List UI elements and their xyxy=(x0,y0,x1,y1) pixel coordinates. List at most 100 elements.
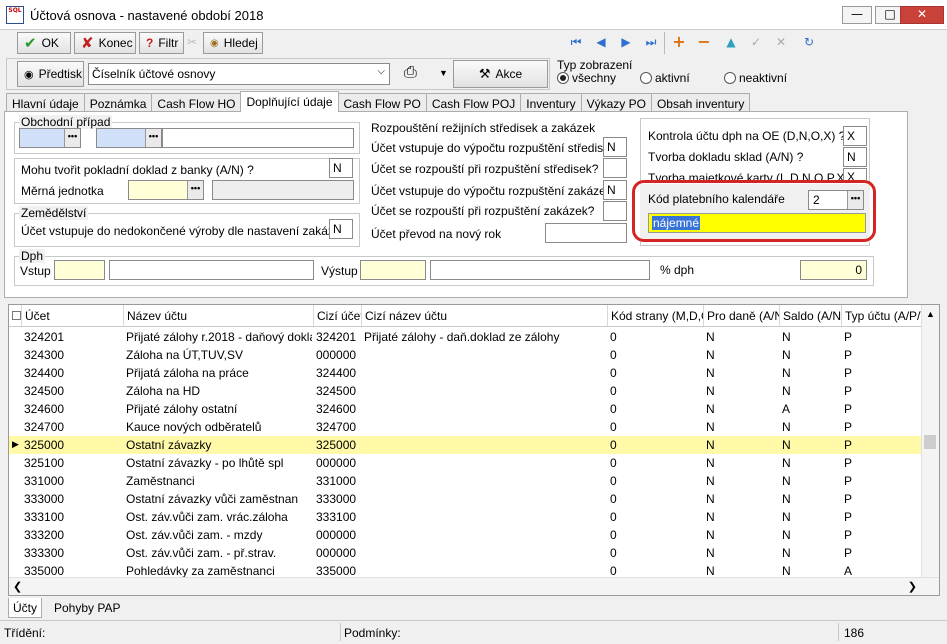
row-nazev: Ostatní závazky - po lhůtě spl xyxy=(126,456,284,470)
tab-obsah-inventury[interactable]: Obsah inventury xyxy=(650,93,751,112)
radio-icon xyxy=(640,72,652,84)
scroll-thumb[interactable] xyxy=(924,435,936,449)
tab-hlavni-udaje[interactable]: Hlavní údaje xyxy=(6,93,85,112)
vystup-code-field[interactable] xyxy=(360,260,426,280)
post-record-icon[interactable]: ✓ xyxy=(745,32,767,54)
row-saldo: N xyxy=(782,438,791,452)
table-row[interactable]: 324201 Přijaté zálohy r.2018 - daňový dok… xyxy=(9,328,921,346)
tab-cash-flow-poj[interactable]: Cash Flow POJ xyxy=(425,93,522,112)
table-row[interactable]: 325100 Ostatní závazky - po lhůtě spl 0000… xyxy=(9,454,921,472)
vstup-code-field[interactable] xyxy=(54,260,105,280)
table-row[interactable]: 333300 Ost. záv.vůči zam. - př.strav. 0000… xyxy=(9,544,921,562)
lookup-icon[interactable]: ••• xyxy=(64,129,80,147)
col-saldo[interactable]: Saldo (A/N) xyxy=(779,305,841,326)
konec-button[interactable]: ✘ Konec xyxy=(74,32,136,54)
row-nazev: Záloha na HD xyxy=(126,384,201,398)
printer-icon[interactable]: ⎙ xyxy=(404,64,417,82)
scroll-up-icon[interactable]: ▲ xyxy=(922,305,939,319)
add-record-icon[interactable]: + xyxy=(668,32,690,54)
row-cizi-ucet: 324400 xyxy=(316,366,357,380)
vystup-name-field[interactable] xyxy=(430,260,650,280)
col-typ-uctu[interactable]: Typ účtu (A/P/V xyxy=(841,305,921,326)
tvorba-karty-field[interactable]: X xyxy=(843,168,867,180)
previous-record-icon[interactable]: ◀ xyxy=(590,32,612,54)
row-typ: P xyxy=(844,492,853,506)
refresh-icon[interactable]: ↻ xyxy=(798,32,820,54)
ok-button[interactable]: ✔ OK xyxy=(17,32,71,54)
tab-poznamka[interactable]: Poznámka xyxy=(83,93,153,112)
prevod-field[interactable] xyxy=(545,223,627,243)
table-row[interactable]: ▶ 325000 Ostatní závazky 325000 0 N N P xyxy=(9,436,921,454)
first-record-icon[interactable]: ⏮ xyxy=(565,32,587,54)
tab-doplnujici-udaje[interactable]: Doplňující údaje xyxy=(240,91,339,112)
close-icon[interactable]: ✕ xyxy=(900,6,944,24)
prevod-label: Účet převod na nový rok xyxy=(371,227,502,241)
pokladni-doklad-field[interactable]: N xyxy=(329,158,353,178)
table-row[interactable]: 331000 Zaměstnanci 331000 0 N N P xyxy=(9,472,921,490)
table-row[interactable]: 324400 Přijatá záloha na práce 324400 0 N N P xyxy=(9,364,921,382)
report-select[interactable]: Číselník účtové osnovy ⌵ xyxy=(88,63,390,85)
edit-record-icon[interactable]: ▲ xyxy=(720,32,742,54)
tab-cash-flow-po[interactable]: Cash Flow PO xyxy=(337,93,427,112)
table-row[interactable]: 324700 Kauce nových odběratelů 324700 0 N N P xyxy=(9,418,921,436)
col-ucet[interactable]: Účet xyxy=(21,305,123,326)
tab-vykazy-po[interactable]: Výkazy PO xyxy=(580,93,652,112)
rozpousti-strediska-field[interactable] xyxy=(603,158,627,178)
row-cizi-ucet: 324201 xyxy=(316,330,357,344)
scroll-right-icon[interactable]: ❯ xyxy=(908,580,917,593)
horizontal-scrollbar[interactable]: ❮ ❯ xyxy=(9,577,939,595)
lookup-icon[interactable]: ••• xyxy=(145,129,161,147)
radio-icon xyxy=(557,72,569,84)
cancel-record-icon[interactable]: ✕ xyxy=(770,32,792,54)
lookup-icon[interactable]: ••• xyxy=(187,181,203,199)
dropdown-arrow-icon[interactable]: ▼ xyxy=(439,68,448,78)
radio-vsechny[interactable]: všechny xyxy=(557,71,616,85)
predtisk-button[interactable]: ◉ Předtisk xyxy=(17,61,84,87)
filtr-button[interactable]: ? Filtr xyxy=(139,32,184,54)
tvorba-skladu-field[interactable]: N xyxy=(843,147,867,167)
col-cizi-nazev[interactable]: Cizí název účtu xyxy=(361,305,607,326)
last-record-icon[interactable]: ⏭ xyxy=(640,32,662,54)
delete-record-icon[interactable]: − xyxy=(693,32,715,54)
procento-dph-field[interactable]: 0 xyxy=(800,260,867,280)
row-kod-strany: 0 xyxy=(610,348,617,362)
tab-ucty[interactable]: Účty xyxy=(8,598,42,618)
tab-inventury[interactable]: Inventury xyxy=(520,93,582,112)
obchodni-pripad-legend: Obchodní případ xyxy=(19,115,113,129)
tab-cash-flow-ho[interactable]: Cash Flow HO xyxy=(151,93,242,112)
radio-neaktivni[interactable]: neaktivní xyxy=(724,71,787,85)
merna-jednotka-field[interactable]: ••• xyxy=(128,180,204,200)
minimize-icon[interactable]: — xyxy=(842,6,872,24)
next-record-icon[interactable]: ▶ xyxy=(615,32,637,54)
vertical-scrollbar[interactable]: ▲ xyxy=(921,305,939,577)
rozpousti-zakazky-field[interactable] xyxy=(603,201,627,221)
hledej-button[interactable]: ◉ Hledej xyxy=(203,32,263,54)
kontrola-dph-field[interactable]: X xyxy=(843,126,867,146)
nedokoncena-field[interactable]: N xyxy=(329,219,353,239)
col-cizi-ucet[interactable]: Cizí účet xyxy=(313,305,361,326)
table-row[interactable]: 324600 Přijaté zálohy ostatní 324600 0 N A P xyxy=(9,400,921,418)
radio-aktivni[interactable]: aktivní xyxy=(640,71,690,85)
col-nazev-uctu[interactable]: Název účtu xyxy=(123,305,313,326)
vstupuje-zakazky-field[interactable]: N xyxy=(603,180,627,200)
akce-button[interactable]: ⚒ Akce xyxy=(453,60,548,88)
col-pro-dane[interactable]: Pro daně (A/N) xyxy=(703,305,779,326)
vstup-name-field[interactable] xyxy=(109,260,314,280)
row-kod-strany: 0 xyxy=(610,366,617,380)
obchodni-pripad-sub-field[interactable]: ••• xyxy=(96,128,162,148)
scroll-left-icon[interactable]: ❮ xyxy=(13,580,22,593)
table-row[interactable]: 324300 Záloha na ÚT,TUV,SV 000000 0 N N P xyxy=(9,346,921,364)
vstupuje-strediska-field[interactable]: N xyxy=(603,137,627,157)
table-row[interactable]: 333200 Ost. záv.vůči zam. - mzdy 000000 0 N N… xyxy=(9,526,921,544)
obchodni-pripad-code-field[interactable]: ••• xyxy=(19,128,81,148)
filtr-label: Filtr xyxy=(158,36,179,50)
row-pro-dane: N xyxy=(706,348,715,362)
tab-pohyby-pap[interactable]: Pohyby PAP xyxy=(50,598,124,618)
tvorba-skladu-label: Tvorba dokladu sklad (A/N) ? xyxy=(648,150,804,164)
table-row[interactable]: 333100 Ost. záv.vůči zam. vrác.záloha 3331… xyxy=(9,508,921,526)
table-row[interactable]: 333000 Ostatní závazky vůči zaměstnan 3330… xyxy=(9,490,921,508)
obchodni-pripad-name-field[interactable] xyxy=(162,128,354,148)
table-row[interactable]: 324500 Záloha na HD 324500 0 N N P xyxy=(9,382,921,400)
col-kod-strany[interactable]: Kód strany (M,D,O) xyxy=(607,305,703,326)
predtisk-label: Předtisk xyxy=(38,67,82,81)
